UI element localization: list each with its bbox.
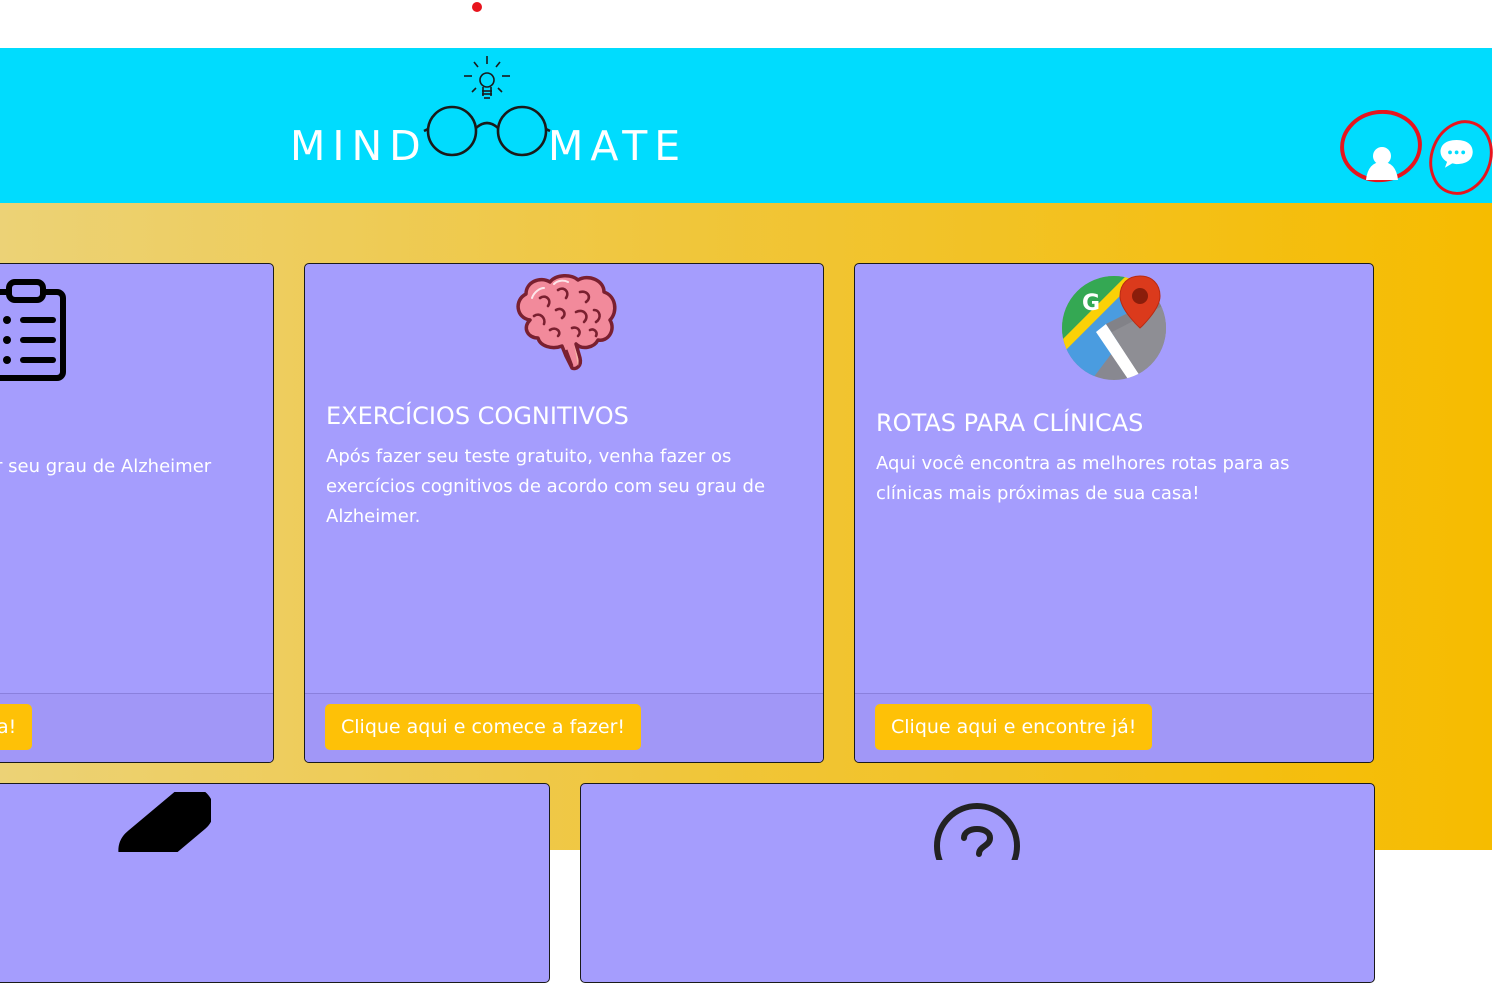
svg-text:G: G <box>1082 291 1100 316</box>
card-button-exercicios[interactable]: Clique aqui e comece a fazer! <box>325 704 641 750</box>
card-text: r seu grau de Alzheimer <box>0 456 212 477</box>
card-title: ROTAS PARA CLÍNICAS <box>876 409 1144 437</box>
clipboard-list-icon <box>0 279 66 381</box>
google-maps-icon: G <box>1062 275 1166 380</box>
card-medicamentos <box>0 783 550 983</box>
user-icon[interactable] <box>1340 110 1422 192</box>
card-rotas: G ROTAS PARA CLÍNICAS Aqui você encontra… <box>854 263 1374 763</box>
site-header: MIND MATE <box>0 48 1493 203</box>
card-exercicios: EXERCÍCIOS COGNITIVOS Após fazer seu tes… <box>304 263 824 763</box>
card-teste: r seu grau de Alzheimer a! <box>0 263 274 763</box>
card-text: Após fazer seu teste gratuito, venha faz… <box>326 446 766 527</box>
annotation-dot <box>472 2 482 12</box>
card-button-rotas[interactable]: Clique aqui e encontre já! <box>875 704 1153 750</box>
logo[interactable]: MIND MATE <box>288 52 688 192</box>
logo-text-mate: MATE <box>548 122 688 170</box>
card-button-teste[interactable]: a! <box>0 704 33 750</box>
pill-icon <box>118 792 211 852</box>
question-circle-icon <box>934 803 1020 860</box>
logo-text-mind: MIND <box>290 122 428 170</box>
main-content: r seu grau de Alzheimer a! <box>0 203 1492 983</box>
card-title: EXERCÍCIOS COGNITIVOS <box>326 402 629 430</box>
card-duvidas <box>580 783 1375 983</box>
chat-bubble-icon[interactable] <box>1420 118 1502 200</box>
brain-icon <box>516 274 617 371</box>
card-text: Aqui você encontra as melhores rotas par… <box>876 453 1290 504</box>
